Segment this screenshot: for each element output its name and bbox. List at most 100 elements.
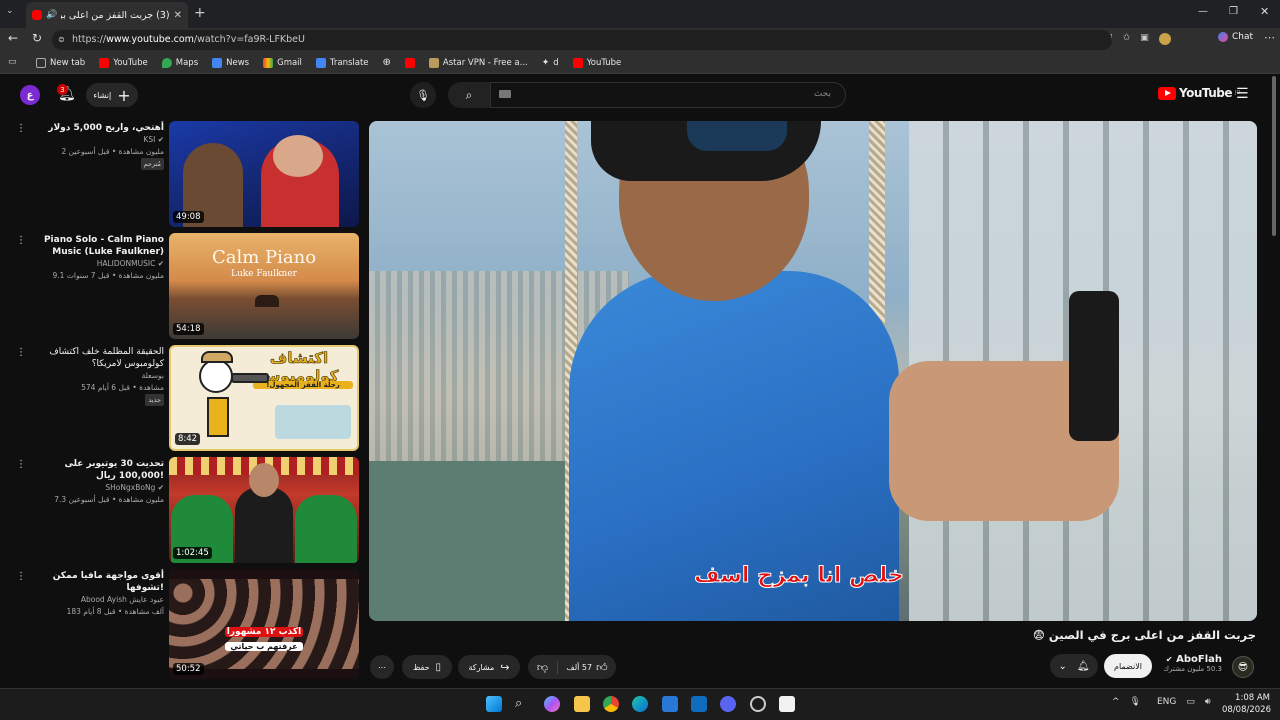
favorites-icon[interactable]: ✩ [1123, 33, 1131, 45]
account-avatar[interactable]: ع [20, 85, 40, 105]
search-button[interactable]: ⌕ [448, 82, 490, 108]
youtube-icon [404, 57, 415, 68]
recommendation-title[interactable]: أقوى مواجهة مافيا ممكن تشوفها! [34, 570, 164, 594]
bookmark-translate[interactable]: Translate [315, 57, 369, 68]
gear-app-icon[interactable] [750, 696, 766, 712]
recommendation-item[interactable]: ⋮ أهتحي، واربح 5,000 دولار KSI ✔︎ 2 مليو… [0, 121, 362, 229]
discord-icon[interactable] [720, 696, 736, 712]
dislike-button[interactable]: 👎︎ [528, 660, 558, 674]
join-button[interactable]: الانضمام [1104, 654, 1152, 678]
clock-date: 08/08/2026 [1222, 705, 1271, 715]
more-options-icon[interactable]: ⋮ [16, 124, 26, 134]
search-input[interactable]: بحث [490, 82, 846, 108]
more-options-icon[interactable]: ⋮ [16, 236, 26, 246]
page-scrollbar[interactable] [1272, 76, 1276, 236]
create-button[interactable]: إنشاء + [86, 83, 138, 107]
save-button[interactable]: حفظ ▯ [402, 655, 452, 679]
chevron-up-icon[interactable]: ^ [1112, 697, 1120, 707]
recommendation-title[interactable]: أهتحي، واربح 5,000 دولار [34, 122, 164, 134]
recommendation-meta: أقوى مواجهة مافيا ممكن تشوفها! Abood Ayi… [34, 570, 164, 618]
bookmark-maps[interactable]: Maps [161, 57, 198, 68]
bookmark-label: YouTube [113, 57, 148, 68]
back-arrow-icon[interactable]: ← [8, 31, 18, 45]
copilot-taskbar-icon[interactable] [544, 696, 560, 712]
microsoft-store-icon[interactable] [662, 696, 678, 712]
restore-button[interactable]: ❐ [1229, 6, 1238, 17]
close-window-button[interactable]: ✕ [1260, 5, 1269, 18]
site-info-icon[interactable]: ⊜ [58, 30, 65, 50]
new-tab-button[interactable]: + [194, 5, 206, 21]
notification-settings-button[interactable]: ⌄ 🔔︎ [1050, 654, 1098, 678]
news-icon [212, 57, 223, 68]
minimize-button[interactable]: — [1198, 6, 1208, 17]
profile-avatar-icon[interactable] [1158, 33, 1171, 45]
language-indicator[interactable]: ENG [1157, 697, 1176, 707]
recommendation-stats: 9.1 مليون مشاهدة • قبل 7 سنوات [52, 271, 165, 280]
like-button[interactable]: 57 ألف 👍︎ [558, 661, 616, 674]
recommendation-channel[interactable]: Abood Ayish عبود عايش [34, 594, 164, 606]
channel-avatar[interactable]: 😎 [1232, 656, 1254, 678]
recommendation-title[interactable]: Piano Solo - Calm Piano Music (Luke Faul… [34, 234, 164, 258]
keyboard-icon[interactable] [499, 90, 511, 98]
edge-icon[interactable] [632, 696, 648, 712]
recommendation-channel[interactable]: KSI ✔︎ [34, 134, 164, 146]
clock-time: 1:08 AM [1235, 693, 1270, 703]
volume-icon[interactable]: 🔊︎ [1205, 697, 1211, 707]
menu-dots-icon[interactable]: ⋯ [1264, 31, 1275, 44]
bookmark-d[interactable]: ✦ d [542, 58, 559, 68]
speaker-icon[interactable]: 🔊 [46, 10, 57, 20]
tab-close-icon[interactable]: ✕ [174, 10, 182, 21]
recommendation-thumbnail[interactable]: 1:02:45 [169, 457, 359, 563]
recommendation-title[interactable]: تحديت 30 يوتيوبر على 100,000 ريال! [34, 458, 164, 482]
recommendation-thumbnail[interactable]: 49:08 [169, 121, 359, 227]
url-field[interactable]: ⊜ https://www.youtube.com/watch?v=fa9R-L… [52, 30, 1112, 50]
tab-list-button[interactable]: ⌄ [6, 6, 20, 20]
reload-icon[interactable]: ↻ [32, 31, 42, 45]
bookmark-news[interactable]: News [212, 57, 250, 68]
microphone-icon[interactable]: 🎙︎ [1130, 697, 1141, 707]
paint-app-icon[interactable] [779, 696, 795, 712]
recommendation-thumbnail[interactable]: اكتشاف كولومبوس رحلة القفز المجهول! 8:42 [169, 345, 359, 451]
recommendation-channel[interactable]: HALIDONMUSIC ✔︎ [34, 258, 164, 270]
more-options-icon[interactable]: ⋮ [16, 460, 26, 470]
bookmark-new-tab[interactable]: New tab [36, 57, 85, 68]
recommendation-item[interactable]: ⋮ Piano Solo - Calm Piano Music (Luke Fa… [0, 233, 362, 341]
bookmark-astar-vpn[interactable]: Astar VPN - Free a... [428, 57, 528, 68]
recommendation-channel[interactable]: بوسعلة [34, 370, 164, 382]
sidebar-toggle-icon[interactable]: ▭ [8, 57, 17, 67]
channel-info[interactable]: ✔︎ AboFlah 50.3 مليون مشترك [1160, 654, 1222, 673]
recommendation-item[interactable]: ⋮ الحقيقة المظلمة خلف اكتشاف كولومبوس لا… [0, 345, 362, 453]
bookmark-youtube-3[interactable]: YouTube [572, 57, 621, 68]
chrome-icon[interactable] [603, 696, 619, 712]
recommendation-title[interactable]: الحقيقة المظلمة خلف اكتشاف كولومبوس لامر… [34, 346, 164, 370]
system-tray[interactable]: ^ 🎙︎ ENG ▭ 🔊︎ [1112, 697, 1211, 707]
video-player[interactable]: خلص انا بمزح اسف [369, 121, 1257, 621]
more-options-icon[interactable]: ⋮ [16, 572, 26, 582]
collections-icon[interactable]: ▣ [1140, 33, 1149, 45]
bookmark-label: News [226, 57, 250, 68]
voice-search-mic-icon[interactable]: 🎙︎ [410, 82, 436, 108]
edge-copilot-chat-button[interactable]: Chat [1218, 32, 1253, 42]
bookmark-youtube-2[interactable] [404, 57, 415, 68]
more-options-icon[interactable]: ⋮ [16, 348, 26, 358]
thumbs-up-icon: 👍︎ [596, 660, 608, 674]
bookmark-gmail[interactable]: Gmail [263, 57, 302, 68]
bookmark-youtube[interactable]: YouTube [99, 57, 148, 68]
outlook-icon[interactable] [691, 696, 707, 712]
recommendation-thumbnail[interactable]: Calm Piano Luke Faulkner 54:18 [169, 233, 359, 339]
guide-menu-icon[interactable]: ☰ [1236, 86, 1249, 102]
recommendation-thumbnail[interactable]: اكذب ١٢ مشهورا عرفتهم ب حياتي 50:52 [169, 569, 359, 679]
clock[interactable]: 1:08 AM 08/08/2026 [1222, 692, 1271, 716]
youtube-logo[interactable]: YouTube JO [1158, 86, 1240, 100]
bookmark-globe[interactable]: ⊕ [383, 57, 391, 68]
recommendation-item[interactable]: ⋮ أقوى مواجهة مافيا ممكن تشوفها! Abood A… [0, 569, 362, 679]
recommendation-channel[interactable]: SHoNgxBoNg ✔︎ [34, 482, 164, 494]
recommendation-item[interactable]: ⋮ تحديت 30 يوتيوبر على 100,000 ريال! SHo… [0, 457, 362, 565]
share-button[interactable]: مشاركة ↪ [458, 655, 520, 679]
taskbar-search-icon[interactable]: ⌕ [515, 696, 531, 712]
windows-start-icon[interactable] [486, 696, 502, 712]
file-explorer-icon[interactable] [574, 696, 590, 712]
browser-tab-active[interactable]: 🔊 (3) جربت القفز من اعلى برج فى ✕ [26, 2, 188, 28]
more-actions-button[interactable]: ⋯ [370, 655, 394, 679]
network-icon[interactable]: ▭ [1186, 697, 1195, 707]
